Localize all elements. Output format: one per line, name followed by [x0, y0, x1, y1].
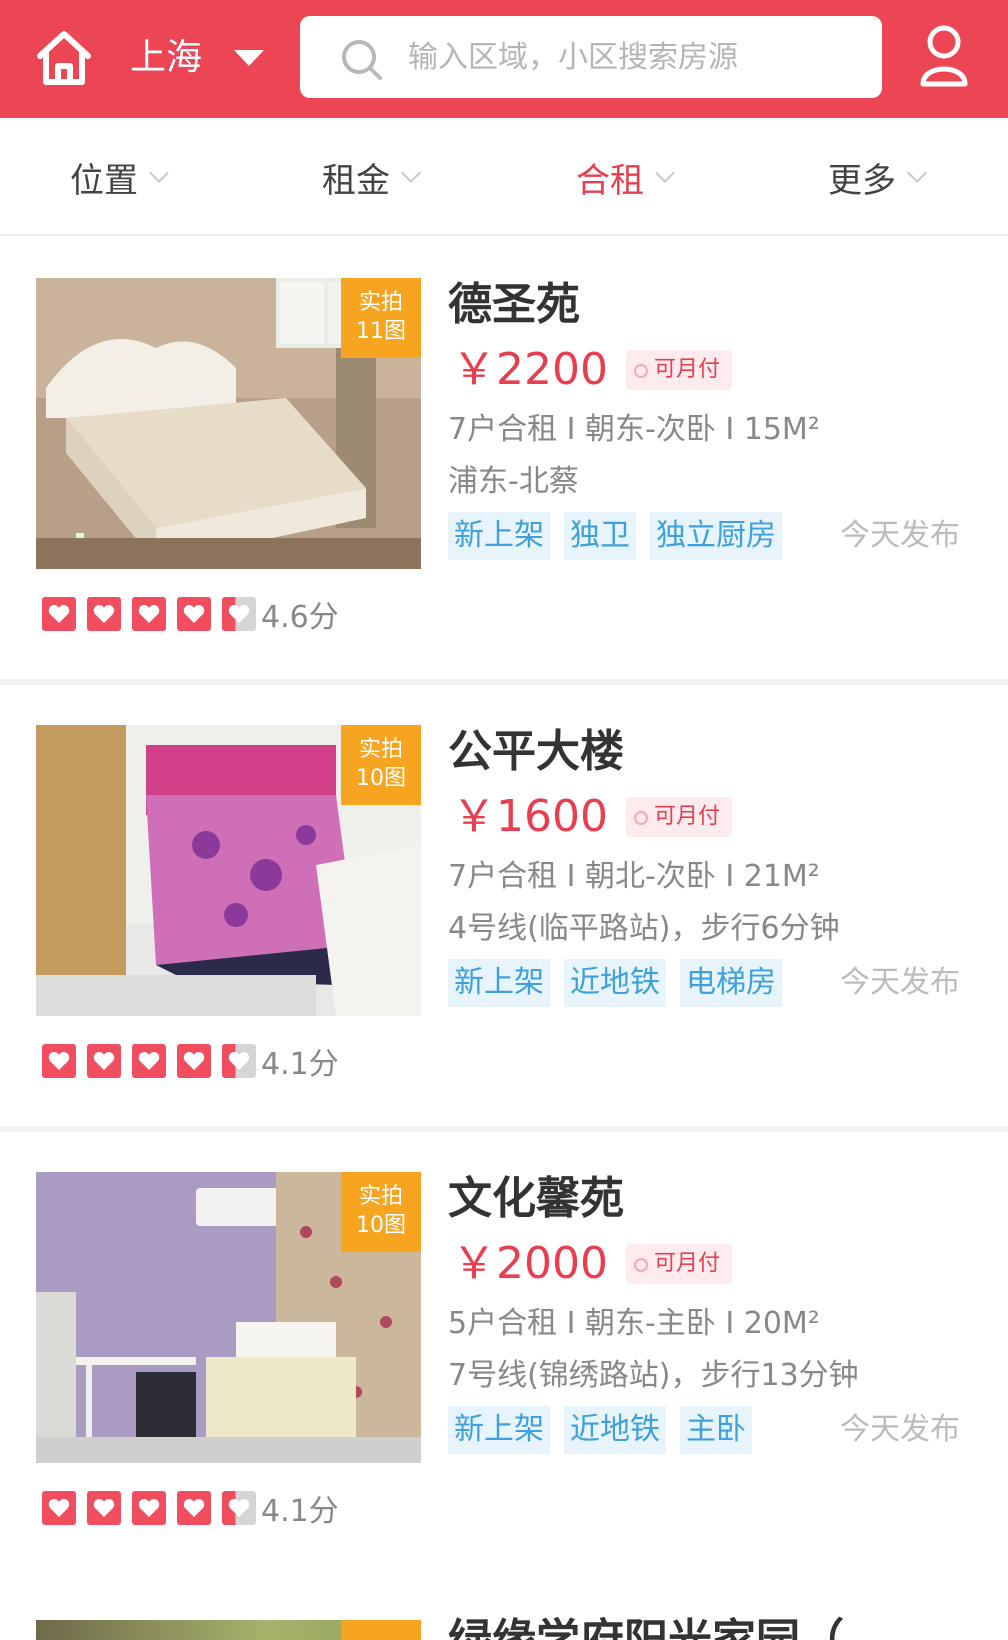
filter-label: 更多 — [828, 160, 896, 201]
listing-price: ￥2000 — [452, 1238, 608, 1289]
badge-line: 实拍 — [358, 737, 403, 762]
photo-count-badge: 实拍 11图 — [341, 278, 421, 358]
listing-list: 实拍 11图 德圣苑 ￥2200 可月付 7户合租 I 朝东-次卧 I 15M²… — [0, 238, 1008, 1579]
location-info: 7号线(锦绣路站)，步行13分钟 — [448, 1358, 859, 1393]
posted-time: 今天发布 — [840, 1412, 960, 1447]
feature-tags: 新上架 独卫 独立厨房 — [448, 512, 796, 560]
heart-half-icon — [222, 597, 256, 631]
room-info: 5户合租 I 朝东-主卧 I 20M² — [448, 1306, 820, 1341]
search-box[interactable] — [300, 16, 882, 98]
rating: 4.1分 — [42, 1486, 339, 1530]
posted-time: 今天发布 — [840, 965, 960, 1000]
caret-down-icon[interactable] — [234, 50, 264, 66]
chevron-down-icon — [655, 163, 675, 183]
rating-score: 4.6分 — [261, 600, 339, 635]
heart-icon — [177, 1491, 211, 1525]
filter-label: 合租 — [576, 160, 644, 201]
feature-tag: 主卧 — [680, 1406, 752, 1454]
listing-title[interactable]: 文化馨苑 — [448, 1172, 624, 1226]
photo-count-badge — [341, 1620, 421, 1640]
room-info: 7户合租 I 朝北-次卧 I 21M² — [448, 859, 820, 894]
heart-icon — [87, 597, 121, 631]
user-icon[interactable] — [918, 24, 970, 88]
listing-title[interactable]: 绿缘学府阳光家园（ — [448, 1614, 844, 1640]
listing-card[interactable]: 实拍 11图 德圣苑 ￥2200 可月付 7户合租 I 朝东-次卧 I 15M²… — [0, 238, 1008, 685]
feature-tag: 近地铁 — [564, 1406, 666, 1454]
city-selector[interactable]: 上海 — [130, 30, 202, 86]
heart-icon — [87, 1491, 121, 1525]
heart-icon — [87, 1044, 121, 1078]
home-icon[interactable] — [32, 26, 96, 90]
rating-score: 4.1分 — [261, 1494, 339, 1529]
feature-tag: 独卫 — [564, 512, 636, 560]
rating-score: 4.1分 — [261, 1047, 339, 1082]
heart-half-icon — [222, 1044, 256, 1078]
feature-tags: 新上架 近地铁 电梯房 — [448, 959, 796, 1007]
monthly-pay-tag: 可月付 — [625, 1244, 732, 1284]
price-row: ￥2000 可月付 — [452, 1236, 732, 1292]
feature-tag: 近地铁 — [564, 959, 666, 1007]
listing-card-partial[interactable]: 绿缘学府阳光家园（ — [0, 1594, 1008, 1640]
feature-tag: 新上架 — [448, 1406, 550, 1454]
price-row: ￥2200 可月付 — [452, 342, 732, 398]
posted-time: 今天发布 — [840, 518, 960, 553]
listing-card[interactable]: 实拍 10图 公平大楼 ￥1600 可月付 7户合租 I 朝北-次卧 I 21M… — [0, 685, 1008, 1132]
price-row: ￥1600 可月付 — [452, 789, 732, 845]
filter-label: 位置 — [70, 160, 138, 201]
room-info: 7户合租 I 朝东-次卧 I 15M² — [448, 412, 820, 447]
badge-line: 实拍 — [358, 290, 403, 315]
listing-photo[interactable]: 实拍 10图 — [36, 1172, 421, 1463]
location-info: 浦东-北蔡 — [448, 464, 579, 499]
badge-line: 实拍 — [358, 1184, 403, 1209]
feature-tags: 新上架 近地铁 主卧 — [448, 1406, 766, 1454]
filter-rent[interactable]: 租金 — [322, 118, 421, 236]
monthly-pay-tag: 可月付 — [625, 350, 732, 390]
listing-title[interactable]: 德圣苑 — [448, 278, 580, 332]
chevron-down-icon — [149, 163, 169, 183]
heart-icon — [42, 597, 76, 631]
location-info: 4号线(临平路站)，步行6分钟 — [448, 911, 840, 946]
heart-half-icon — [222, 1491, 256, 1525]
listing-price: ￥1600 — [452, 791, 608, 842]
listing-price: ￥2200 — [452, 344, 608, 395]
heart-icon — [132, 1044, 166, 1078]
top-bar: 上海 — [0, 0, 1008, 118]
badge-line: 11图 — [356, 319, 406, 344]
chevron-down-icon — [401, 163, 421, 183]
chevron-down-icon — [907, 163, 927, 183]
heart-icon — [177, 597, 211, 631]
search-input[interactable] — [408, 16, 868, 98]
feature-tag: 新上架 — [448, 959, 550, 1007]
heart-icon — [177, 1044, 211, 1078]
heart-icon — [132, 597, 166, 631]
filter-label: 租金 — [322, 160, 390, 201]
photo-count-badge: 实拍 10图 — [341, 725, 421, 805]
filter-more[interactable]: 更多 — [828, 118, 927, 236]
filter-location[interactable]: 位置 — [70, 118, 169, 236]
listing-card[interactable]: 实拍 10图 文化馨苑 ￥2000 可月付 5户合租 I 朝东-主卧 I 20M… — [0, 1132, 1008, 1579]
filter-bar: 位置 租金 合租 更多 — [0, 118, 1008, 236]
listing-photo[interactable]: 实拍 10图 — [36, 725, 421, 1016]
monthly-pay-tag: 可月付 — [625, 797, 732, 837]
badge-line: 10图 — [356, 766, 406, 791]
listing-title[interactable]: 公平大楼 — [448, 725, 624, 779]
feature-tag: 独立厨房 — [650, 512, 782, 560]
rating: 4.1分 — [42, 1039, 339, 1083]
badge-line: 10图 — [356, 1213, 406, 1238]
feature-tag: 新上架 — [448, 512, 550, 560]
rating: 4.6分 — [42, 592, 339, 636]
feature-tag: 电梯房 — [680, 959, 782, 1007]
photo-count-badge: 实拍 10图 — [341, 1172, 421, 1252]
heart-icon — [42, 1491, 76, 1525]
search-icon — [342, 40, 382, 80]
listing-photo[interactable]: 实拍 11图 — [36, 278, 421, 569]
heart-icon — [42, 1044, 76, 1078]
heart-icon — [132, 1491, 166, 1525]
filter-shared[interactable]: 合租 — [576, 118, 675, 236]
